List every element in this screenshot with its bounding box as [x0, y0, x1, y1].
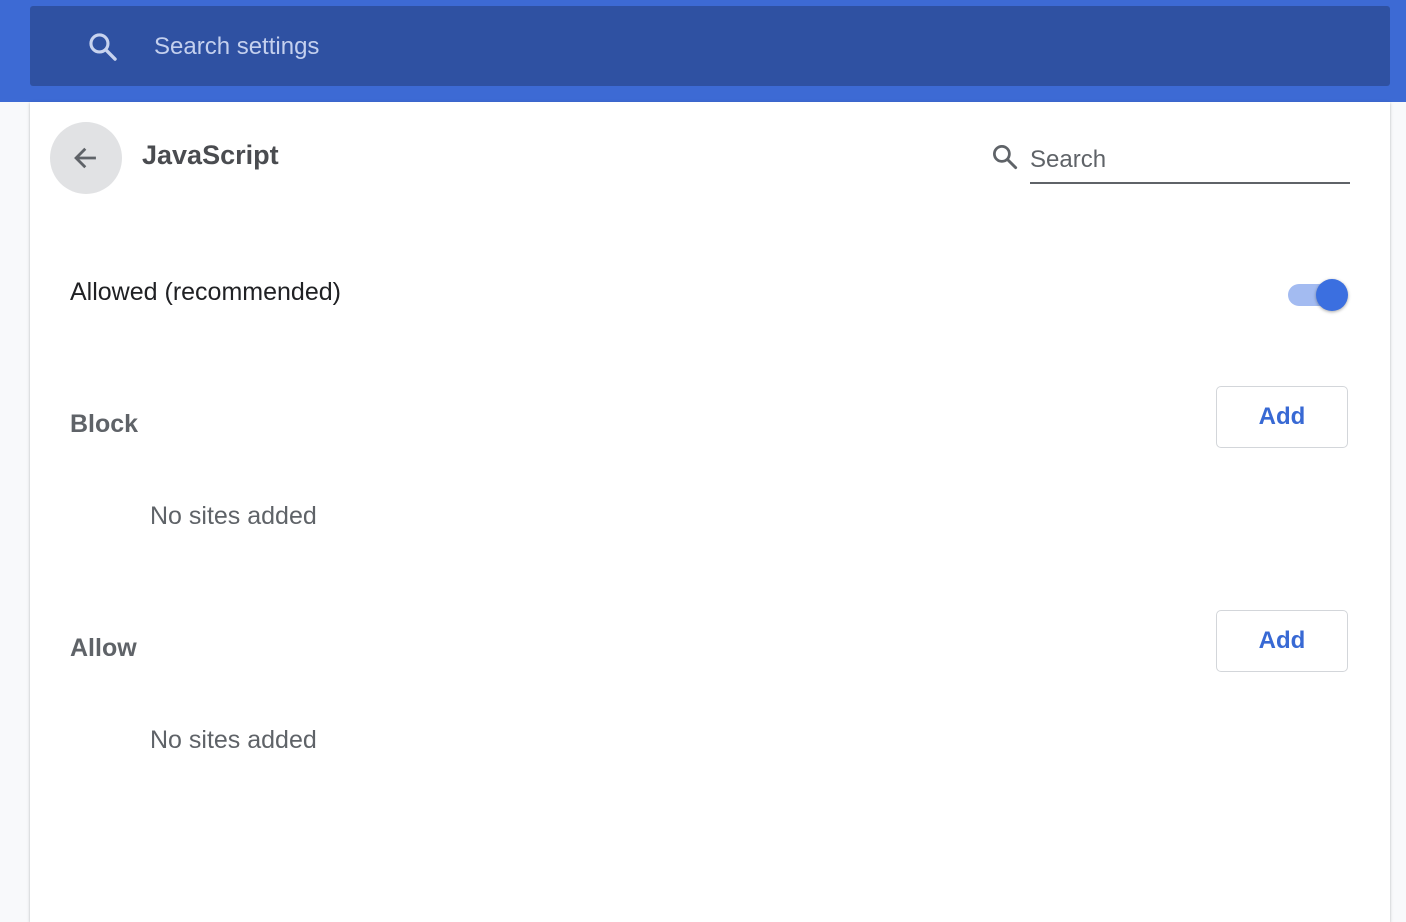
top-bar: [0, 0, 1406, 102]
allowed-setting-label: Allowed (recommended): [70, 278, 341, 306]
allow-section-title: Allow: [70, 634, 137, 662]
add-block-site-button[interactable]: Add: [1216, 386, 1348, 448]
allow-empty-message: No sites added: [150, 726, 317, 754]
search-icon: [993, 145, 1018, 170]
page-title: JavaScript: [142, 140, 279, 170]
site-search-input[interactable]: [1030, 138, 1350, 184]
block-empty-message: No sites added: [150, 502, 317, 530]
back-button[interactable]: [50, 122, 122, 194]
javascript-settings-card: JavaScript Allowed (recommended) Block A…: [30, 102, 1390, 922]
settings-search-input[interactable]: [152, 26, 1336, 68]
block-section-title: Block: [70, 410, 139, 438]
arrow-back-icon: [74, 147, 96, 169]
allowed-toggle[interactable]: [1286, 278, 1350, 312]
search-icon: [89, 33, 117, 61]
settings-search-box[interactable]: [30, 6, 1390, 86]
add-allow-site-button[interactable]: Add: [1216, 610, 1348, 672]
toggle-knob: [1316, 279, 1348, 311]
